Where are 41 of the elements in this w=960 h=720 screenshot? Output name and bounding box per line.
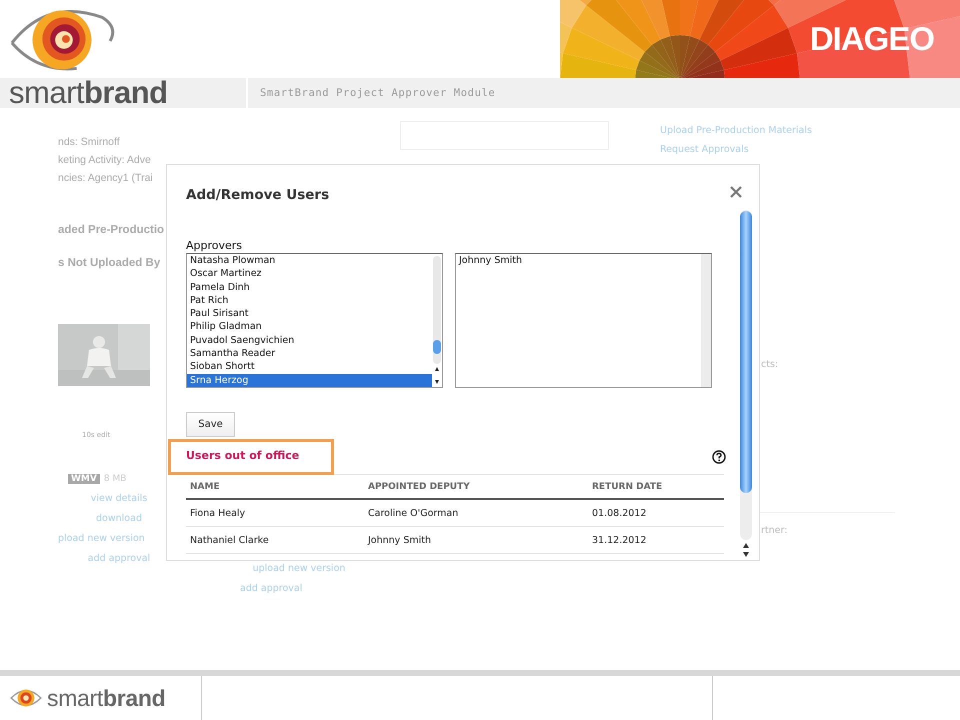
field-label: rtner: [761,525,788,536]
table-cell: Johnny Smith [364,526,588,554]
detail-text: nds: Smirnoff [58,136,121,148]
table-cell: 01.08.2012 [588,499,724,526]
format-badge: WMV [68,474,100,484]
table-cell: 31.12.2012 [588,526,724,554]
section-heading: s Not Uploaded By [58,257,160,269]
list-item[interactable]: Srna Herzog [187,374,432,387]
section-title: Users out of office [171,442,332,472]
scrollbar[interactable] [701,254,711,387]
product-logo-text: smartbrand [47,684,166,712]
product-logo-text: smartbrand [9,78,168,108]
module-title: SmartBrand Project Approver Module [260,87,496,99]
detail-text: ncies: Agency1 (Trai [58,172,153,184]
dialog-title: Add/Remove Users [186,187,330,203]
list-item[interactable]: Oscar Martinez [187,267,432,281]
approvers-label: Approvers [186,239,244,252]
column-header: NAME [186,474,364,499]
brand-logo-text: DIAGEO [810,20,934,58]
list-item[interactable]: Samantha Reader [187,347,432,360]
save-button[interactable]: Save [186,412,235,437]
column-header: APPOINTED DEPUTY [364,474,588,499]
list-item[interactable]: Pamela Dinh [187,280,432,294]
list-item[interactable]: Natasha Plowman [187,254,432,268]
column-header: RETURN DATE [588,474,724,499]
field-label: cts: [761,359,778,370]
list-item[interactable]: Pat Rich [187,294,432,308]
list-item[interactable]: Johnny Smith [456,254,701,268]
section-heading: aded Pre-Productio [58,224,164,236]
assigned-list[interactable]: Johnny Smith [455,253,712,388]
approver-list[interactable]: Natasha Plowman Oscar Martinez Pamela Dinh Pat Rich Paul Sirisant Philip Gladman Puvadol Saengvichien Samantha Reader Sioban Shortt Srna Herzog [186,253,443,388]
detail-text: keting Activity: Adve [58,154,152,166]
list-item[interactable]: Sioban Shortt [187,360,432,374]
table-cell: Nathaniel Clarke [186,526,364,554]
list-item[interactable]: Paul Sirisant [187,307,432,320]
close-icon[interactable] [730,186,742,198]
list-item[interactable]: Philip Gladman [187,320,432,334]
table-cell: Fiona Healy [186,499,364,526]
table-cell: Caroline O'Gorman [364,499,588,526]
help-icon[interactable] [712,450,726,464]
list-item[interactable]: Puvadol Saengvichien [187,334,432,348]
